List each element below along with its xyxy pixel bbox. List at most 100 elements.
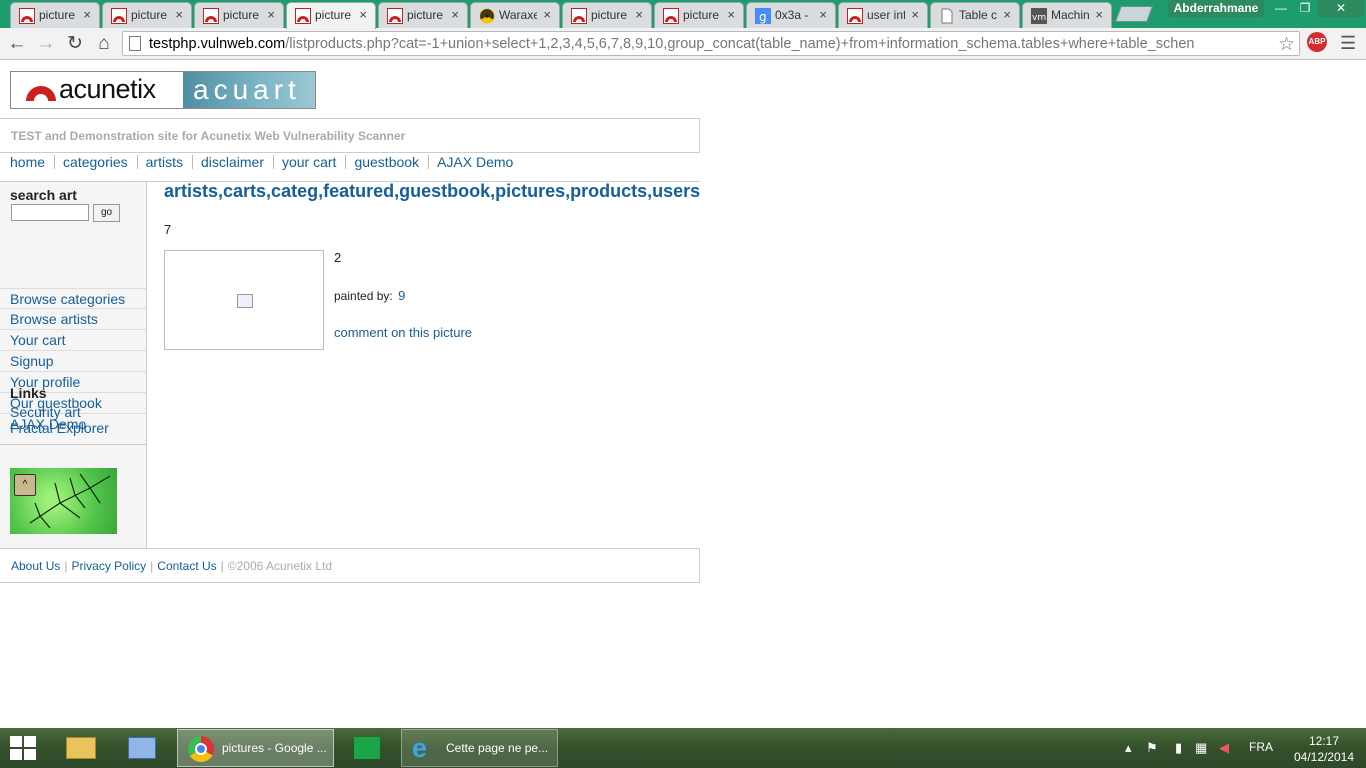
browser-tab-label: Table c xyxy=(959,8,997,22)
tab-close-icon[interactable]: × xyxy=(911,7,919,22)
battery-icon[interactable]: ▮ xyxy=(1175,740,1182,756)
network-icon[interactable]: ▦ xyxy=(1195,740,1207,756)
tab-close-icon[interactable]: × xyxy=(83,7,91,22)
windows-start-icon[interactable] xyxy=(10,736,38,760)
tab-close-icon[interactable]: × xyxy=(543,7,551,22)
taskbar-chrome-window[interactable]: pictures - Google ... xyxy=(177,729,334,767)
browser-tab[interactable]: picture × xyxy=(102,2,192,28)
browser-tab[interactable]: Waraxe × xyxy=(470,2,560,28)
tab-close-icon[interactable]: × xyxy=(359,7,367,22)
keycap-icon: ^ xyxy=(14,474,36,496)
show-hidden-icons-icon[interactable]: ▴ xyxy=(1125,740,1132,756)
reload-icon[interactable]: ↻ xyxy=(63,32,87,56)
site-tagline: TEST and Demonstration site for Acunetix… xyxy=(11,129,406,143)
browser-tab-label: picture xyxy=(591,8,628,22)
acunetix-icon xyxy=(663,8,679,24)
browser-tab[interactable]: picture × xyxy=(654,2,744,28)
footer-separator: | xyxy=(150,559,154,573)
footer-contact-us[interactable]: Contact Us xyxy=(157,559,216,573)
nav-your-cart[interactable]: your cart xyxy=(282,154,336,170)
language-indicator[interactable]: FRA xyxy=(1249,740,1273,754)
tab-close-icon[interactable]: × xyxy=(635,7,643,22)
browser-tab[interactable]: picture × xyxy=(10,2,100,28)
acuart-wordmark: acuart xyxy=(193,74,301,105)
link-security-art[interactable]: Security art xyxy=(10,404,81,420)
system-clock[interactable]: 12:17 04/12/2014 xyxy=(1286,733,1362,765)
nav-separator xyxy=(191,155,193,169)
home-icon[interactable]: ⌂ xyxy=(92,32,116,56)
minimize-button[interactable]: — xyxy=(1270,0,1292,17)
acunetix-icon xyxy=(387,8,403,24)
control-panel-icon[interactable] xyxy=(118,729,168,767)
browser-tab[interactable]: picture × xyxy=(562,2,652,28)
nav-ajax-demo[interactable]: AJAX Demo xyxy=(437,154,513,170)
browser-tab-label: user inf xyxy=(867,8,905,22)
site-logo[interactable]: acunetix acuart xyxy=(10,71,316,109)
profile-name[interactable]: Abderrahmane xyxy=(1168,0,1264,17)
footer-about-us[interactable]: About Us xyxy=(11,559,60,573)
browser-tab[interactable]: user inf × xyxy=(838,2,928,28)
footer-privacy-policy[interactable]: Privacy Policy xyxy=(71,559,146,573)
tab-close-icon[interactable]: × xyxy=(1003,7,1011,22)
nav-home[interactable]: home xyxy=(10,154,45,170)
tab-close-icon[interactable]: × xyxy=(175,7,183,22)
acunetix-mark-icon xyxy=(26,86,56,101)
browser-tab[interactable]: picture × xyxy=(286,2,376,29)
result-count: 7 xyxy=(164,222,172,237)
browser-tab[interactable]: picture × xyxy=(194,2,284,28)
picture-thumbnail[interactable] xyxy=(164,250,324,350)
links-title: Links xyxy=(10,385,47,401)
nav-separator xyxy=(345,155,347,169)
taskbar-ie-window[interactable]: e Cette page ne pe... xyxy=(401,729,558,767)
nav-separator xyxy=(272,155,274,169)
flag-icon[interactable]: ⚑ xyxy=(1146,740,1158,756)
nav-separator xyxy=(136,155,138,169)
back-icon[interactable]: ← xyxy=(5,32,29,56)
url-text[interactable]: testphp.vulnweb.com/listproducts.php?cat… xyxy=(149,36,1269,52)
browser-tab[interactable]: vm Machin × xyxy=(1022,2,1112,28)
nav-categories[interactable]: categories xyxy=(63,154,128,170)
vm-icon: vm xyxy=(1031,8,1047,24)
browser-tab-label: Waraxe xyxy=(499,8,537,22)
tab-strip: picture × picture × picture × picture × picture ×… xyxy=(0,0,1366,29)
chrome-menu-icon[interactable]: ☰ xyxy=(1340,34,1360,52)
tab-close-icon[interactable]: × xyxy=(819,7,827,22)
store-icon[interactable] xyxy=(342,729,392,767)
tab-close-icon[interactable]: × xyxy=(1095,7,1103,22)
browser-tab[interactable]: Table c × xyxy=(930,2,1020,28)
nav-disclaimer[interactable]: disclaimer xyxy=(201,154,264,170)
tagline-box: TEST and Demonstration site for Acunetix… xyxy=(0,118,700,153)
link-fractal-explorer[interactable]: Fractal Explorer xyxy=(10,420,109,436)
google-icon: g xyxy=(755,8,771,24)
svg-text:g: g xyxy=(759,10,767,24)
forward-icon[interactable]: → xyxy=(34,32,58,56)
address-bar[interactable]: testphp.vulnweb.com/listproducts.php?cat… xyxy=(122,31,1300,56)
close-window-button[interactable]: ✕ xyxy=(1318,0,1364,17)
acunetix-icon xyxy=(847,8,863,24)
picture-title[interactable]: 2 xyxy=(334,250,341,265)
nav-guestbook[interactable]: guestbook xyxy=(354,154,419,170)
tab-close-icon[interactable]: × xyxy=(451,7,459,22)
restore-button[interactable]: ❐ xyxy=(1294,0,1316,17)
comment-link[interactable]: comment on this picture xyxy=(334,325,472,340)
nav-artists[interactable]: artists xyxy=(146,154,183,170)
volume-muted-icon[interactable]: ◀ xyxy=(1219,740,1229,756)
tab-close-icon[interactable]: × xyxy=(267,7,275,22)
tab-close-icon[interactable]: × xyxy=(727,7,735,22)
nav-separator xyxy=(428,155,430,169)
painter-link[interactable]: 9 xyxy=(398,288,405,303)
browser-tab[interactable]: g 0x3a - × xyxy=(746,2,836,28)
fractal-banner-image[interactable]: ^ xyxy=(10,468,117,534)
taskbar-chrome-label: pictures - Google ... xyxy=(222,741,327,755)
acunetix-logo: acunetix xyxy=(11,72,183,108)
clock-date: 04/12/2014 xyxy=(1293,750,1355,764)
footer-copyright: ©2006 Acunetix Ltd xyxy=(227,559,333,573)
new-tab-button[interactable] xyxy=(1115,6,1153,22)
browser-tab-label: Machin xyxy=(1051,8,1089,22)
sidebar-divider xyxy=(0,444,146,445)
acunetix-icon xyxy=(19,8,35,24)
bookmark-star-icon[interactable]: ☆ xyxy=(1278,33,1295,56)
adblock-icon[interactable]: ABP xyxy=(1307,32,1327,52)
file-explorer-icon[interactable] xyxy=(58,729,104,767)
browser-tab[interactable]: picture × xyxy=(378,2,468,28)
